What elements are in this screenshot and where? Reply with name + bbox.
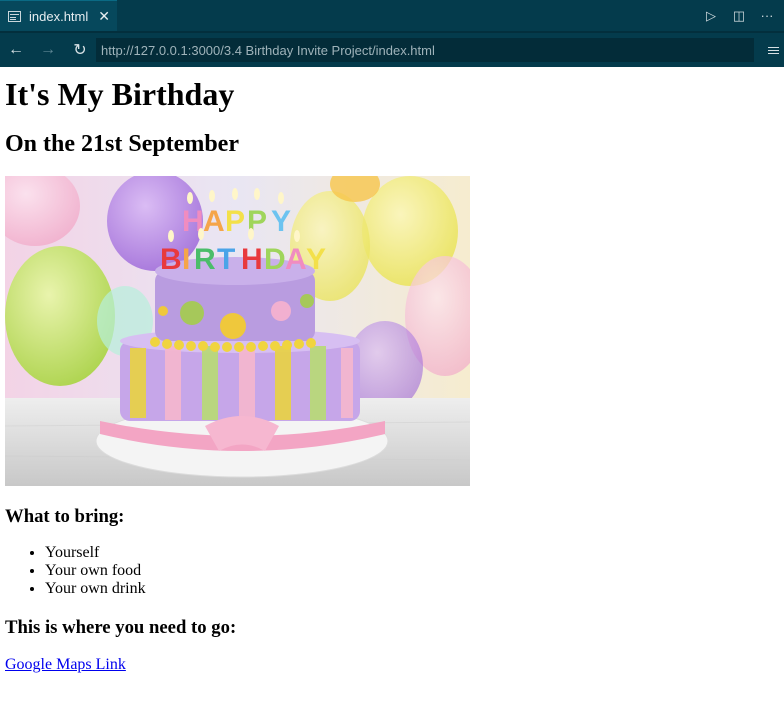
bring-list: Yourself Your own food Your own drink (5, 544, 779, 598)
svg-text:D: D (264, 243, 286, 276)
bring-heading: What to bring: (5, 505, 125, 527)
preview-icon (8, 10, 21, 22)
location-heading: This is where you need to go: (5, 617, 237, 639)
back-arrow-icon[interactable]: ← (0, 41, 32, 59)
url-input[interactable]: http://127.0.0.1:3000/3.4 Birthday Invit… (96, 38, 754, 62)
tab-bar: index.html ✕ ▷ ◫ ··· (0, 0, 784, 31)
list-item: Yourself (45, 544, 779, 562)
svg-text:A: A (203, 205, 225, 238)
svg-text:Y: Y (271, 205, 291, 238)
svg-text:T: T (217, 243, 235, 276)
birthday-cake-image: H A P P Y B I R T H D A Y (5, 175, 470, 486)
svg-text:B: B (160, 243, 182, 276)
browser-nav-bar: ← → ↻ http://127.0.0.1:3000/3.4 Birthday… (0, 31, 784, 67)
page-content: It's My Birthday On the 21st September H… (0, 76, 784, 674)
google-maps-link[interactable]: Google Maps Link (5, 656, 126, 674)
tab-index-html[interactable]: index.html ✕ (0, 0, 117, 31)
run-icon[interactable]: ▷ (702, 7, 720, 25)
menu-icon[interactable] (762, 46, 784, 54)
close-icon[interactable]: ✕ (98, 8, 110, 25)
list-item: Your own food (45, 562, 779, 580)
forward-arrow-icon[interactable]: → (32, 41, 64, 59)
page-title: It's My Birthday (5, 76, 235, 112)
svg-text:P: P (225, 205, 245, 238)
svg-text:A: A (285, 243, 307, 276)
event-date: On the 21st September (5, 131, 239, 158)
list-item: Your own drink (45, 580, 779, 598)
editor-actions: ▷ ◫ ··· (702, 7, 784, 25)
svg-text:H: H (241, 243, 263, 276)
split-editor-icon[interactable]: ◫ (730, 7, 748, 25)
svg-text:R: R (194, 243, 216, 276)
svg-text:Y: Y (306, 243, 326, 276)
more-actions-icon[interactable]: ··· (758, 7, 776, 25)
tab-title: index.html (29, 8, 89, 24)
svg-text:I: I (182, 243, 190, 276)
reload-icon[interactable]: ↻ (64, 40, 96, 60)
